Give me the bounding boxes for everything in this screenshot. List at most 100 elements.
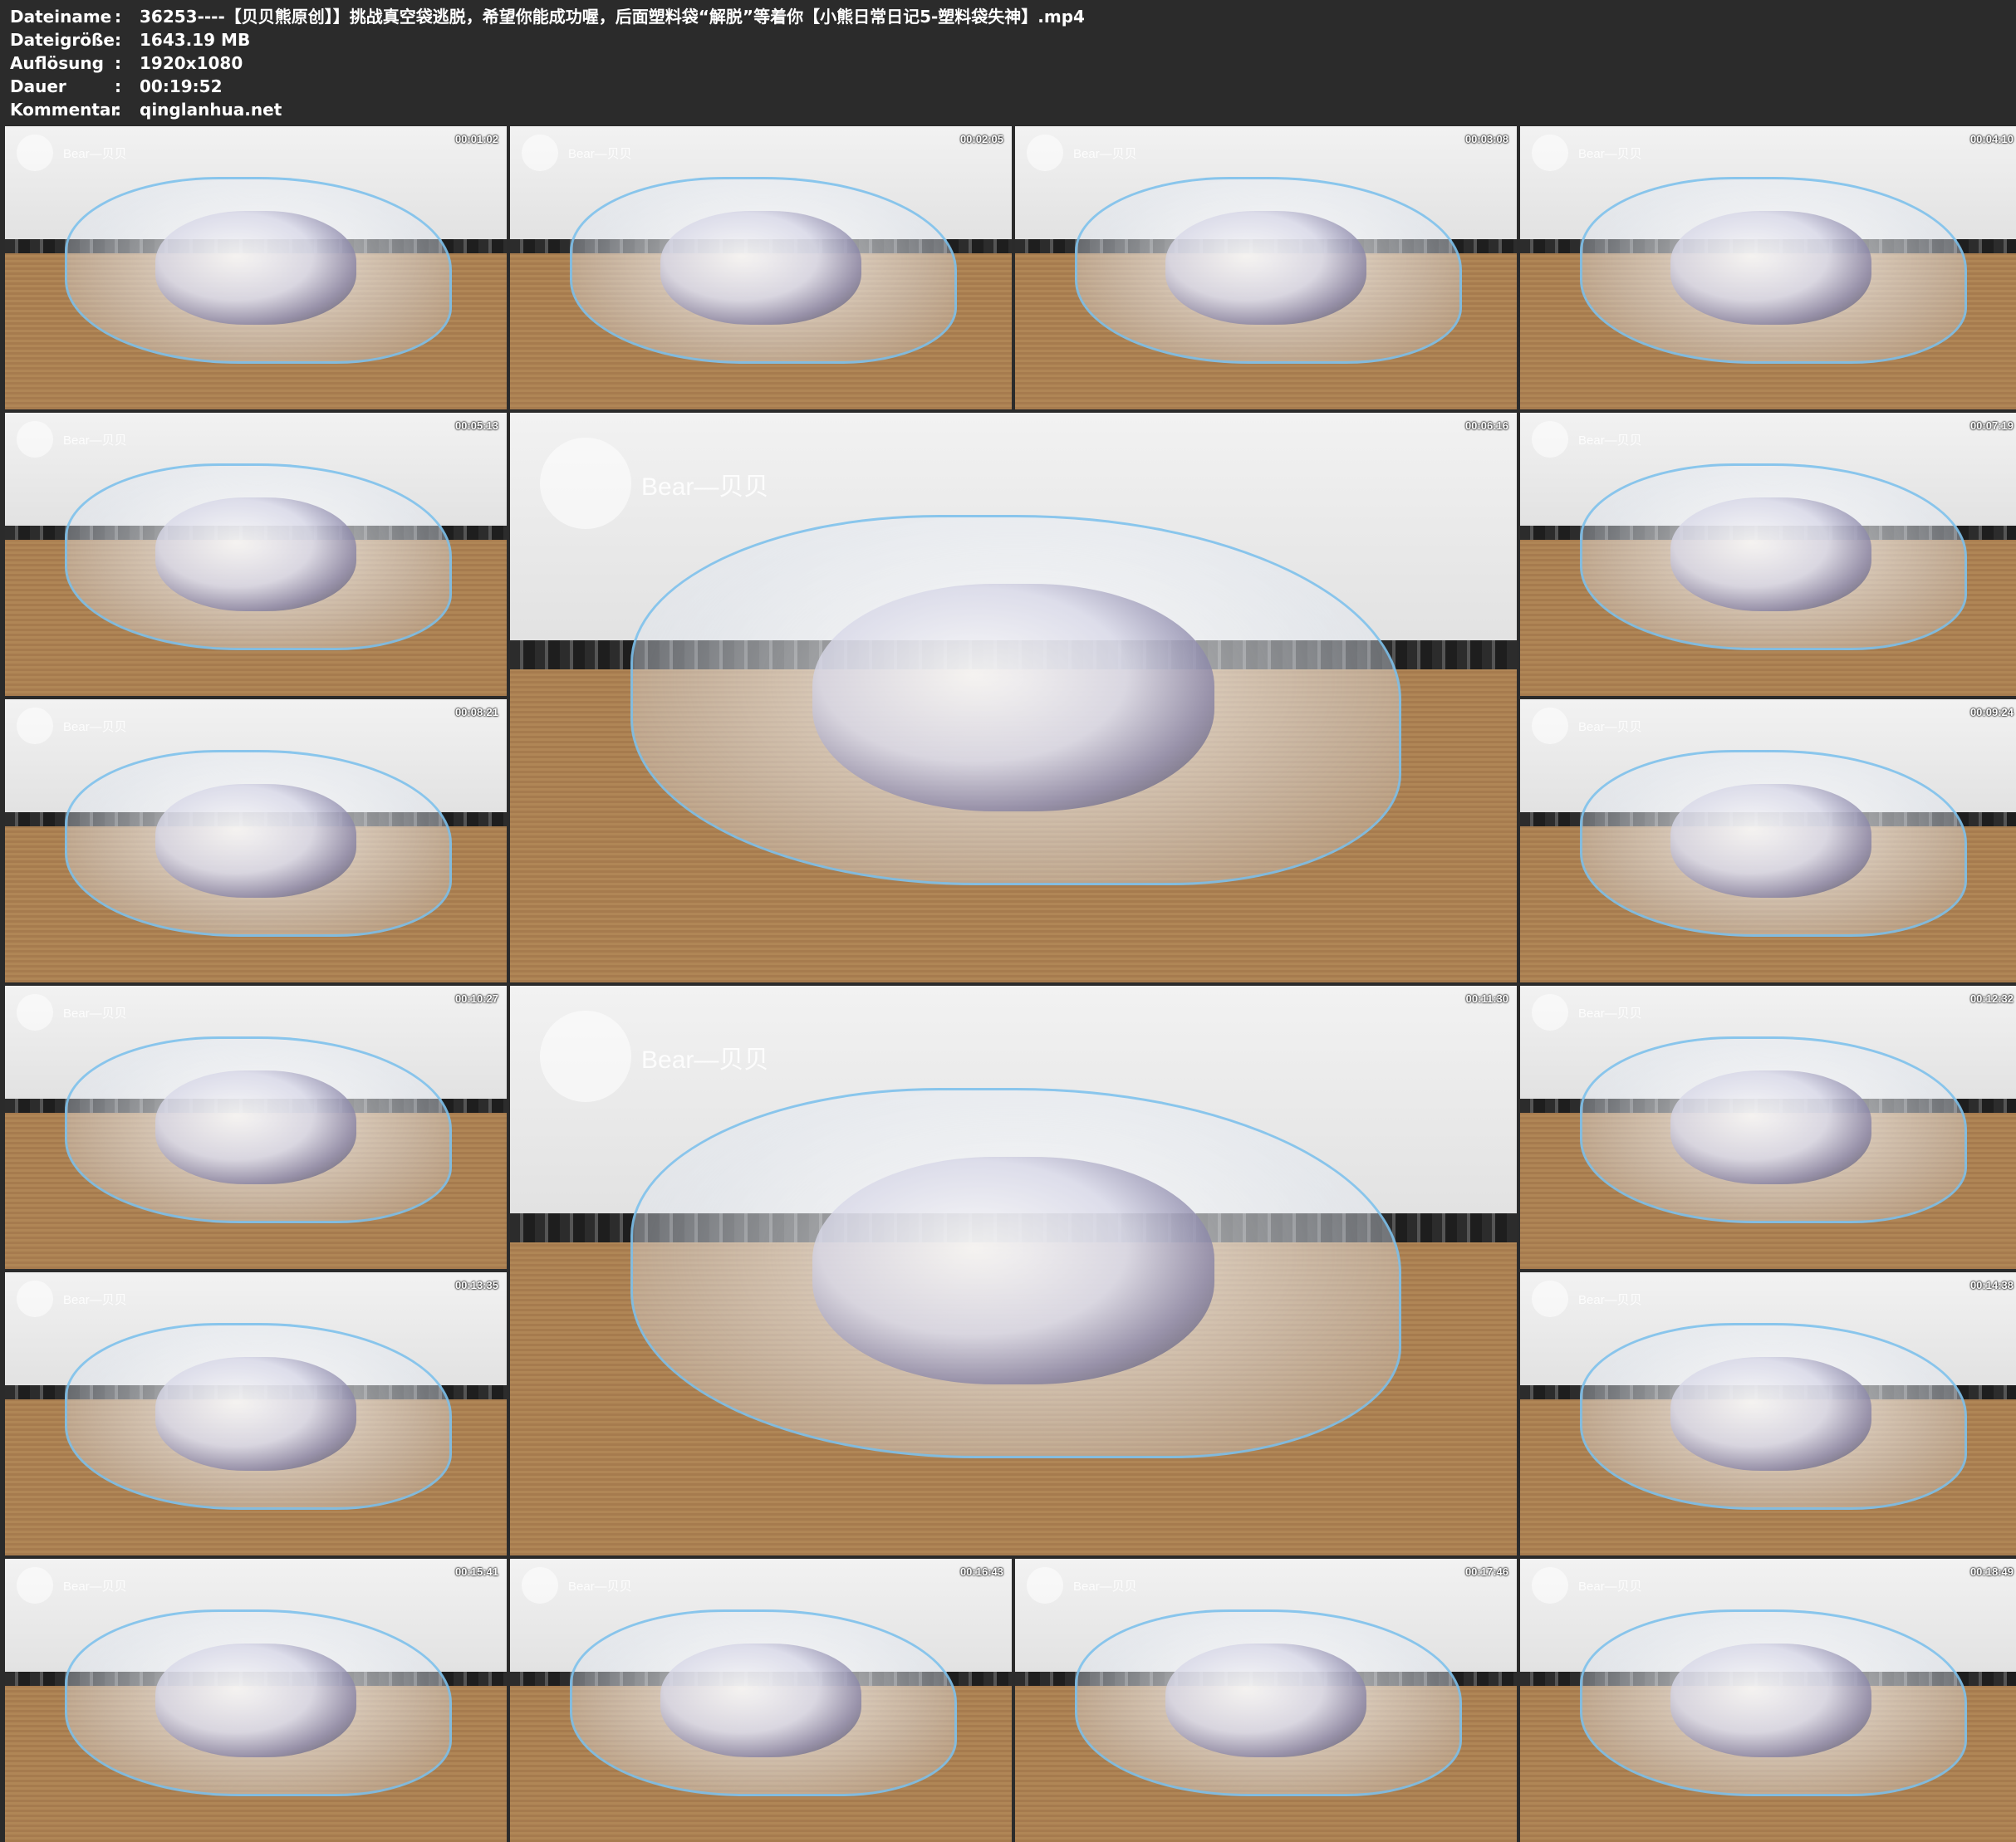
watermark-text: Bear—贝贝 bbox=[63, 434, 127, 448]
video-thumbnail: Bear—贝贝 00:12:32 bbox=[1520, 986, 2016, 1269]
watermark-text: Bear—贝贝 bbox=[1578, 434, 1642, 448]
separator: : bbox=[115, 7, 121, 27]
comment-label: Kommentar bbox=[10, 100, 120, 120]
watermark-text: Bear—贝贝 bbox=[1073, 1580, 1137, 1594]
bear-logo-icon bbox=[522, 1567, 558, 1604]
video-thumbnail: Bear—贝贝 00:18:49 bbox=[1520, 1559, 2016, 1842]
bear-logo-icon bbox=[1532, 1281, 1568, 1317]
bear-logo-icon bbox=[1532, 421, 1568, 458]
resolution-value: 1920x1080 bbox=[140, 53, 243, 73]
thumbnail-grid: Bear—贝贝 00:01:02 Bear—贝贝 00:02:05 Bear—贝贝 00:… bbox=[5, 126, 2016, 1842]
comment-value: qinglanhua.net bbox=[140, 100, 282, 120]
separator: : bbox=[115, 100, 121, 120]
video-thumbnail: Bear—贝贝 00:07:19 bbox=[1520, 413, 2016, 696]
video-thumbnail: Bear—贝贝 00:06:16 bbox=[510, 413, 1517, 982]
timestamp: 00:07:19 bbox=[1969, 419, 2014, 432]
bear-logo-icon bbox=[540, 1011, 631, 1102]
timestamp: 00:05:13 bbox=[454, 419, 498, 432]
size-row: Dateigröße: 1643.19 MB bbox=[10, 28, 2004, 51]
video-thumbnail: Bear—贝贝 00:11:30 bbox=[510, 986, 1517, 1555]
watermark-text: Bear—贝贝 bbox=[63, 1580, 127, 1594]
bear-logo-icon bbox=[522, 135, 558, 171]
timestamp: 00:13:35 bbox=[454, 1279, 498, 1291]
video-thumbnail: Bear—贝贝 00:13:35 bbox=[5, 1272, 507, 1555]
video-thumbnail: Bear—贝贝 00:10:27 bbox=[5, 986, 507, 1269]
bear-logo-icon bbox=[1532, 708, 1568, 744]
timestamp: 00:17:46 bbox=[1464, 1565, 1508, 1578]
video-thumbnail: Bear—贝贝 00:04:10 bbox=[1520, 126, 2016, 409]
resolution-row: Auflösung:1920x1080 bbox=[10, 51, 2004, 75]
video-thumbnail: Bear—贝贝 00:05:13 bbox=[5, 413, 507, 696]
separator: : bbox=[115, 76, 121, 96]
watermark-text: Bear—贝贝 bbox=[63, 720, 127, 734]
watermark-text: Bear—贝贝 bbox=[1073, 147, 1137, 161]
person-figure bbox=[155, 497, 356, 611]
timestamp: 00:11:30 bbox=[1465, 992, 1508, 1005]
person-figure bbox=[1670, 497, 1871, 611]
bear-logo-icon bbox=[17, 1281, 53, 1317]
bear-logo-icon bbox=[1532, 1567, 1568, 1604]
person-figure bbox=[812, 1156, 1215, 1385]
person-figure bbox=[1165, 1644, 1366, 1757]
watermark-text: Bear—贝贝 bbox=[641, 1046, 769, 1074]
watermark-text: Bear—贝贝 bbox=[1578, 1293, 1642, 1307]
timestamp: 00:18:49 bbox=[1969, 1565, 2014, 1578]
bear-logo-icon bbox=[1027, 1567, 1063, 1604]
person-figure bbox=[1670, 1357, 1871, 1471]
timestamp: 00:09:24 bbox=[1969, 706, 2014, 718]
filename-label: Dateiname bbox=[10, 7, 112, 27]
person-figure bbox=[1670, 211, 1871, 325]
bear-logo-icon bbox=[17, 994, 53, 1031]
person-figure bbox=[812, 583, 1215, 812]
separator: : bbox=[115, 53, 121, 73]
bear-logo-icon bbox=[1532, 994, 1568, 1031]
comment-row: Kommentar: qinglanhua.net bbox=[10, 98, 2004, 121]
video-thumbnail: Bear—贝贝 00:09:24 bbox=[1520, 699, 2016, 982]
duration-label: Dauer bbox=[10, 76, 66, 96]
timestamp: 00:16:43 bbox=[959, 1565, 1003, 1578]
timestamp: 00:04:10 bbox=[1969, 133, 2014, 145]
timestamp: 00:01:02 bbox=[454, 133, 498, 145]
person-figure bbox=[660, 211, 861, 325]
separator: : bbox=[115, 30, 121, 50]
timestamp: 00:14:38 bbox=[1969, 1279, 2014, 1291]
video-thumbnail: Bear—贝贝 00:17:46 bbox=[1015, 1559, 1517, 1842]
filename-value: 36253----【贝贝熊原创】】挑战真空袋逃脱，希望你能成功喔，后面塑料袋“解… bbox=[140, 7, 1085, 27]
video-thumbnail: Bear—贝贝 00:01:02 bbox=[5, 126, 507, 409]
video-thumbnail: Bear—贝贝 00:15:41 bbox=[5, 1559, 507, 1842]
watermark-text: Bear—贝贝 bbox=[568, 1580, 632, 1594]
video-thumbnail: Bear—贝贝 00:16:43 bbox=[510, 1559, 1012, 1842]
size-value: 1643.19 MB bbox=[140, 30, 251, 50]
watermark-text: Bear—贝贝 bbox=[63, 147, 127, 161]
video-thumbnail: Bear—贝贝 00:03:08 bbox=[1015, 126, 1517, 409]
person-figure bbox=[155, 211, 356, 325]
bear-logo-icon bbox=[17, 421, 53, 458]
person-figure bbox=[660, 1644, 861, 1757]
timestamp: 00:10:27 bbox=[454, 992, 498, 1005]
duration-value: 00:19:52 bbox=[140, 76, 223, 96]
person-figure bbox=[1670, 1070, 1871, 1184]
person-figure bbox=[155, 1644, 356, 1757]
watermark-text: Bear—贝贝 bbox=[63, 1293, 127, 1307]
watermark-text: Bear—贝贝 bbox=[1578, 720, 1642, 734]
resolution-label: Auflösung bbox=[10, 53, 104, 73]
watermark-text: Bear—贝贝 bbox=[1578, 1007, 1642, 1021]
bear-logo-icon bbox=[17, 708, 53, 744]
person-figure bbox=[155, 1357, 356, 1471]
duration-row: Dauer:00:19:52 bbox=[10, 75, 2004, 98]
bear-logo-icon bbox=[17, 135, 53, 171]
person-figure bbox=[155, 784, 356, 898]
timestamp: 00:06:16 bbox=[1464, 419, 1508, 432]
person-figure bbox=[1670, 1644, 1871, 1757]
bear-logo-icon bbox=[540, 438, 631, 529]
bear-logo-icon bbox=[1532, 135, 1568, 171]
watermark-text: Bear—贝贝 bbox=[1578, 1580, 1642, 1594]
video-thumbnail: Bear—贝贝 00:14:38 bbox=[1520, 1272, 2016, 1555]
timestamp: 00:15:41 bbox=[454, 1565, 498, 1578]
timestamp: 00:12:32 bbox=[1969, 992, 2014, 1005]
watermark-text: Bear—贝贝 bbox=[1578, 147, 1642, 161]
bear-logo-icon bbox=[17, 1567, 53, 1604]
watermark-text: Bear—贝贝 bbox=[63, 1007, 127, 1021]
timestamp: 00:08:21 bbox=[454, 706, 498, 718]
person-figure bbox=[1670, 784, 1871, 898]
